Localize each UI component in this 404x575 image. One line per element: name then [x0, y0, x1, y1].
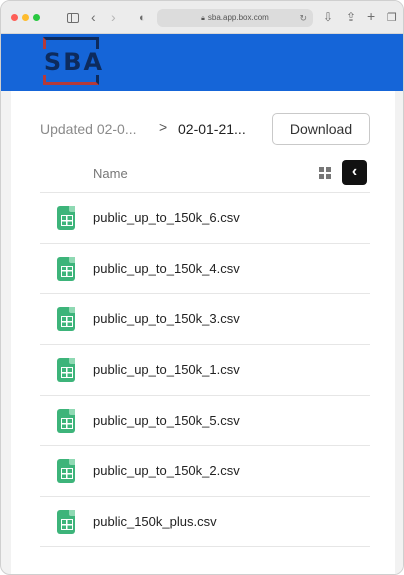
- lock-icon: 🔒︎: [201, 15, 205, 22]
- file-name[interactable]: public_up_to_150k_1.csv: [93, 362, 240, 378]
- download-icon[interactable]: ⇩: [323, 10, 333, 24]
- new-tab-icon[interactable]: +: [367, 9, 375, 23]
- file-row[interactable]: public_up_to_150k_5.csv: [40, 394, 370, 446]
- download-button[interactable]: Download: [272, 113, 370, 145]
- breadcrumb-separator-icon: >: [159, 119, 168, 135]
- file-name[interactable]: public_up_to_150k_3.csv: [93, 311, 240, 327]
- spreadsheet-icon: [57, 510, 75, 535]
- breadcrumb-current[interactable]: 02-01-21...: [178, 120, 246, 138]
- sba-logo[interactable]: SBA: [39, 37, 109, 89]
- maximize-window-button[interactable]: [33, 14, 40, 21]
- grid-view-icon[interactable]: [319, 167, 331, 179]
- file-name[interactable]: public_up_to_150k_2.csv: [93, 463, 240, 479]
- brand-header: SBA: [1, 34, 403, 91]
- file-row[interactable]: public_up_to_150k_3.csv: [40, 293, 370, 344]
- file-row[interactable]: public_up_to_150k_6.csv: [40, 192, 370, 243]
- file-row[interactable]: public_up_to_150k_1.csv: [40, 344, 370, 395]
- file-row[interactable]: public_150k_plus.csv: [40, 496, 370, 547]
- url-text: sba.app.box.com: [207, 13, 269, 22]
- browser-window: ‹ › ◐ 🔒︎ sba.app.box.com ↻ ⇩ ⇪ + ❐ SBA Up…: [0, 0, 404, 575]
- file-name[interactable]: public_up_to_150k_5.csv: [93, 413, 240, 429]
- file-row[interactable]: public_up_to_150k_2.csv: [40, 445, 370, 496]
- spreadsheet-icon: [57, 358, 75, 383]
- logo-text: SBA: [39, 49, 109, 75]
- close-window-button[interactable]: [11, 14, 18, 21]
- address-bar[interactable]: 🔒︎ sba.app.box.com ↻: [157, 9, 313, 27]
- back-icon[interactable]: ‹: [91, 10, 96, 24]
- shield-icon[interactable]: ◐: [139, 11, 146, 25]
- spreadsheet-icon: [57, 256, 75, 281]
- file-name[interactable]: public_up_to_150k_6.csv: [93, 210, 240, 226]
- file-name[interactable]: public_up_to_150k_4.csv: [93, 261, 240, 277]
- share-icon[interactable]: ⇪: [346, 10, 356, 24]
- forward-icon[interactable]: ›: [111, 10, 116, 24]
- spreadsheet-icon: [57, 408, 75, 433]
- scrollbar-track[interactable]: [395, 91, 403, 574]
- breadcrumb-parent[interactable]: Updated 02-0...: [40, 120, 137, 138]
- collapse-sidebar-button[interactable]: ‹: [342, 160, 367, 185]
- browser-toolbar: ‹ › ◐ 🔒︎ sba.app.box.com ↻ ⇩ ⇪ + ❐: [1, 1, 403, 34]
- spreadsheet-icon: [57, 206, 75, 230]
- spreadsheet-icon: [57, 307, 75, 332]
- minimize-window-button[interactable]: [22, 14, 29, 21]
- file-name[interactable]: public_150k_plus.csv: [93, 514, 217, 530]
- name-column-header[interactable]: Name: [93, 166, 128, 181]
- sidebar-icon[interactable]: [67, 13, 79, 23]
- file-list: public_up_to_150k_6.csv public_up_to_150…: [40, 192, 370, 547]
- spreadsheet-icon: [57, 459, 75, 484]
- file-row[interactable]: public_up_to_150k_4.csv: [40, 242, 370, 294]
- reload-icon[interactable]: ↻: [299, 9, 307, 27]
- folder-panel: Updated 02-0... > 02-01-21... Download N…: [11, 91, 397, 574]
- tabs-overview-icon[interactable]: ❐: [387, 11, 397, 25]
